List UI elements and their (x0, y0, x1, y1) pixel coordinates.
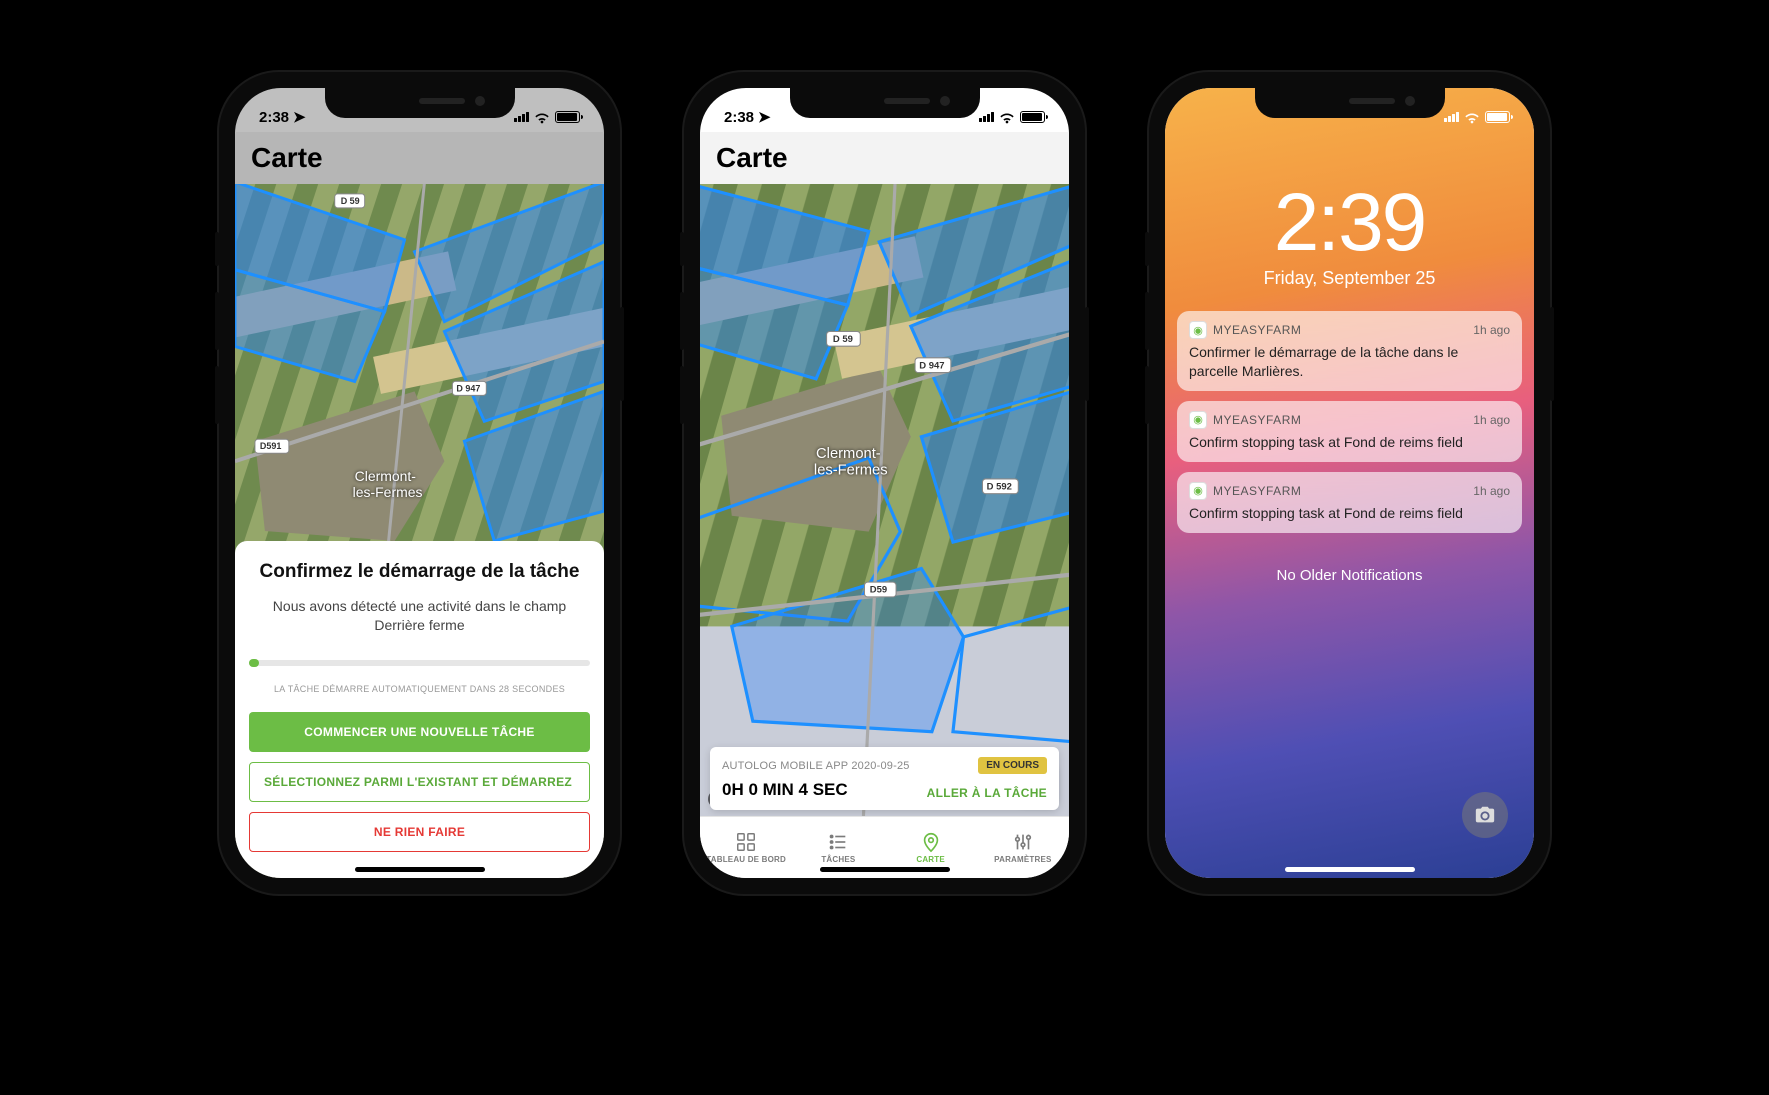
countdown-caption: LA TÂCHE DÉMARRE AUTOMATIQUEMENT DANS 28… (249, 684, 590, 694)
camera-icon (1474, 804, 1496, 826)
notification-body: Confirm stopping task at Fond de reims f… (1189, 433, 1510, 452)
svg-text:les-Fermes: les-Fermes (353, 484, 423, 500)
svg-text:Clermont-: Clermont- (355, 468, 417, 484)
dashboard-icon (735, 831, 757, 853)
svg-text:D591: D591 (260, 441, 281, 451)
task-status-badge: EN COURS (978, 757, 1047, 774)
no-older-notifications-label: No Older Notifications (1165, 567, 1534, 584)
notification-app-name: MYEASYFARM (1213, 323, 1467, 337)
phone-mock-2: 2:38 ➤ Carte (682, 70, 1087, 896)
lock-time: 2:39 (1165, 176, 1534, 270)
signal-icon (514, 112, 529, 122)
svg-text:D59: D59 (870, 585, 887, 596)
do-nothing-button[interactable]: NE RIEN FAIRE (249, 812, 590, 852)
location-arrow-icon: ➤ (758, 108, 771, 126)
notification-card[interactable]: ◉ MYEASYFARM 1h ago Confirm stopping tas… (1177, 472, 1522, 533)
notification-app-name: MYEASYFARM (1213, 484, 1467, 498)
tab-dashboard[interactable]: TABLEAU DE BORD (700, 817, 792, 878)
svg-text:D 59: D 59 (833, 334, 853, 345)
notification-body: Confirmer le démarrage de la tâche dans … (1189, 343, 1510, 381)
home-indicator[interactable] (820, 867, 950, 872)
notification-card[interactable]: ◉ MYEASYFARM 1h ago Confirmer le démarra… (1177, 311, 1522, 391)
svg-text:D 59: D 59 (341, 196, 360, 206)
notification-timestamp: 1h ago (1473, 323, 1510, 337)
map-pin-icon (920, 831, 942, 853)
location-arrow-icon: ➤ (293, 108, 306, 126)
start-new-task-button[interactable]: COMMENCER UNE NOUVELLE TÂCHE (249, 712, 590, 752)
wifi-icon (534, 111, 550, 123)
phone-mock-1: 2:38 ➤ Carte (217, 70, 622, 896)
notification-timestamp: 1h ago (1473, 484, 1510, 498)
status-time: 2:38 (259, 109, 289, 126)
camera-shortcut-button[interactable] (1462, 792, 1508, 838)
tab-label: PARAMÈTRES (994, 855, 1051, 864)
notification-card[interactable]: ◉ MYEASYFARM 1h ago Confirm stopping tas… (1177, 401, 1522, 462)
current-task-card[interactable]: AUTOLOG MOBILE APP 2020-09-25 EN COURS 0… (710, 747, 1059, 810)
svg-text:Clermont-: Clermont- (816, 446, 881, 462)
task-timer: 0H 0 MIN 4 SEC (722, 780, 848, 800)
task-label: AUTOLOG MOBILE APP 2020-09-25 (722, 760, 910, 772)
app-icon: ◉ (1189, 482, 1207, 500)
sliders-icon (1012, 831, 1034, 853)
battery-icon (1020, 111, 1045, 123)
tab-label: TABLEAU DE BORD (706, 855, 786, 864)
wifi-icon (999, 111, 1015, 123)
status-time: 2:38 (724, 109, 754, 126)
select-existing-button[interactable]: SÉLECTIONNEZ PARMI L'EXISTANT ET DÉMARRE… (249, 762, 590, 802)
app-icon: ◉ (1189, 321, 1207, 339)
map-view[interactable]: D 59 D 947 D 592 D59 Clermont- les-Ferme… (700, 184, 1069, 816)
home-indicator[interactable] (1285, 867, 1415, 872)
notification-app-name: MYEASYFARM (1213, 413, 1467, 427)
notification-timestamp: 1h ago (1473, 413, 1510, 427)
tasks-icon (827, 831, 849, 853)
sheet-title: Confirmez le démarrage de la tâche (249, 561, 590, 583)
home-indicator[interactable] (355, 867, 485, 872)
countdown-progress (249, 660, 590, 666)
app-icon: ◉ (1189, 411, 1207, 429)
lock-screen[interactable]: 2:39 Friday, September 25 ◉ MYEASYFARM 1… (1165, 88, 1534, 878)
lock-date: Friday, September 25 (1165, 268, 1534, 289)
notification-list: ◉ MYEASYFARM 1h ago Confirmer le démarra… (1177, 311, 1522, 533)
page-title: Carte (716, 142, 788, 174)
battery-icon (1485, 111, 1510, 123)
wifi-icon (1464, 111, 1480, 123)
svg-text:D 592: D 592 (987, 481, 1012, 492)
battery-icon (555, 111, 580, 123)
phone-mock-3: 2:39 Friday, September 25 ◉ MYEASYFARM 1… (1147, 70, 1552, 896)
task-confirm-sheet: Confirmez le démarrage de la tâche Nous … (235, 541, 604, 878)
svg-text:les-Fermes: les-Fermes (814, 463, 888, 479)
svg-text:D 947: D 947 (919, 360, 944, 371)
signal-icon (1444, 112, 1459, 122)
go-to-task-link[interactable]: ALLER À LA TÂCHE (927, 786, 1047, 800)
page-header: Carte (700, 132, 1069, 184)
sheet-subtitle: Nous avons détecté une activité dans le … (249, 597, 590, 636)
signal-icon (979, 112, 994, 122)
tab-label: CARTE (916, 855, 945, 864)
svg-text:D 947: D 947 (456, 383, 480, 393)
tab-settings[interactable]: PARAMÈTRES (977, 817, 1069, 878)
tab-label: TÂCHES (821, 855, 855, 864)
notification-body: Confirm stopping task at Fond de reims f… (1189, 504, 1510, 523)
